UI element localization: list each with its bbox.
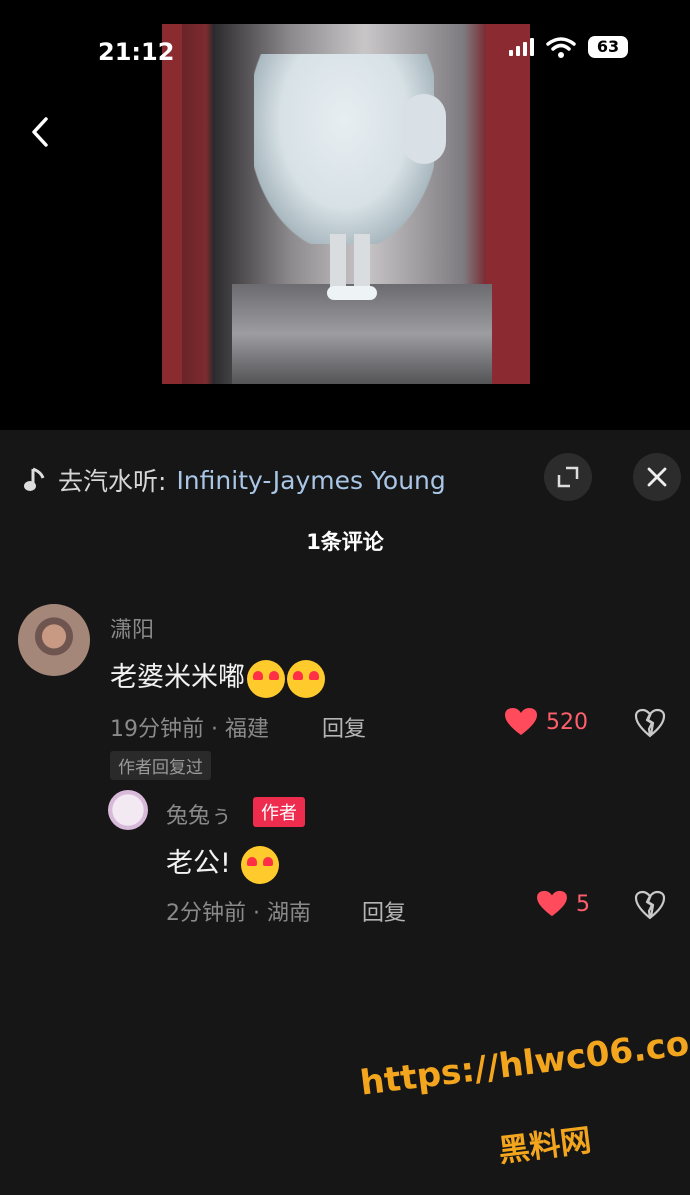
comment-time-location: 19分钟前 · 福建	[110, 717, 269, 742]
plush-toy	[402, 94, 446, 164]
post-photo[interactable]	[162, 24, 530, 384]
music-song-title[interactable]: Infinity-Jaymes Young	[176, 466, 445, 495]
shoes	[327, 286, 377, 300]
reply-button[interactable]: 回复	[362, 895, 406, 927]
close-button[interactable]	[633, 453, 681, 501]
chevron-left-icon	[32, 117, 48, 147]
dislike-button[interactable]	[634, 708, 666, 742]
reply-button[interactable]: 回复	[322, 711, 366, 743]
broken-heart-icon	[634, 708, 666, 738]
broken-heart-icon	[634, 890, 666, 920]
avatar[interactable]	[18, 604, 90, 676]
reply-time-location: 2分钟前 · 湖南	[166, 901, 311, 926]
comment-text-content: 老婆米米嘟	[110, 662, 245, 693]
music-note-icon	[24, 467, 45, 491]
dislike-button[interactable]	[634, 890, 666, 924]
comment-text: 老婆米米嘟	[110, 655, 325, 698]
author-replied-tag: 作者回复过	[110, 751, 211, 780]
like-count: 5	[576, 891, 590, 917]
music-prefix: 去汽水听:	[58, 467, 167, 496]
reply-text-content: 老公!	[166, 848, 231, 879]
mirror-frame-left	[162, 24, 182, 384]
like-count: 520	[546, 709, 588, 735]
kiss-emoji-icon	[240, 845, 279, 884]
heart-eyes-emoji-icon	[287, 659, 325, 698]
like-button[interactable]: 5	[536, 890, 590, 918]
reply-text: 老公!	[166, 841, 279, 884]
wifi-icon	[546, 37, 576, 58]
expand-icon	[557, 466, 579, 488]
heart-eyes-emoji-icon	[247, 659, 285, 698]
expand-button[interactable]	[544, 453, 592, 501]
heart-icon	[537, 890, 567, 917]
reply-username[interactable]: 兔兔ぅ	[166, 798, 232, 830]
comment-count: 1条评论	[306, 530, 384, 554]
music-link[interactable]: 去汽水听: Infinity-Jaymes Young	[22, 462, 446, 498]
like-button[interactable]: 520	[504, 707, 588, 737]
close-icon	[647, 467, 667, 487]
back-button[interactable]	[22, 110, 62, 154]
legs	[330, 234, 370, 294]
mirror-frame-right	[486, 24, 530, 384]
avatar[interactable]	[108, 790, 148, 830]
author-badge: 作者	[253, 797, 305, 827]
signal-icon	[509, 38, 534, 56]
comment-username[interactable]: 潇阳	[110, 612, 154, 644]
status-icons: 63	[509, 36, 628, 58]
status-time: 21:12	[98, 38, 175, 66]
battery-indicator: 63	[588, 36, 628, 58]
heart-icon	[505, 708, 537, 735]
